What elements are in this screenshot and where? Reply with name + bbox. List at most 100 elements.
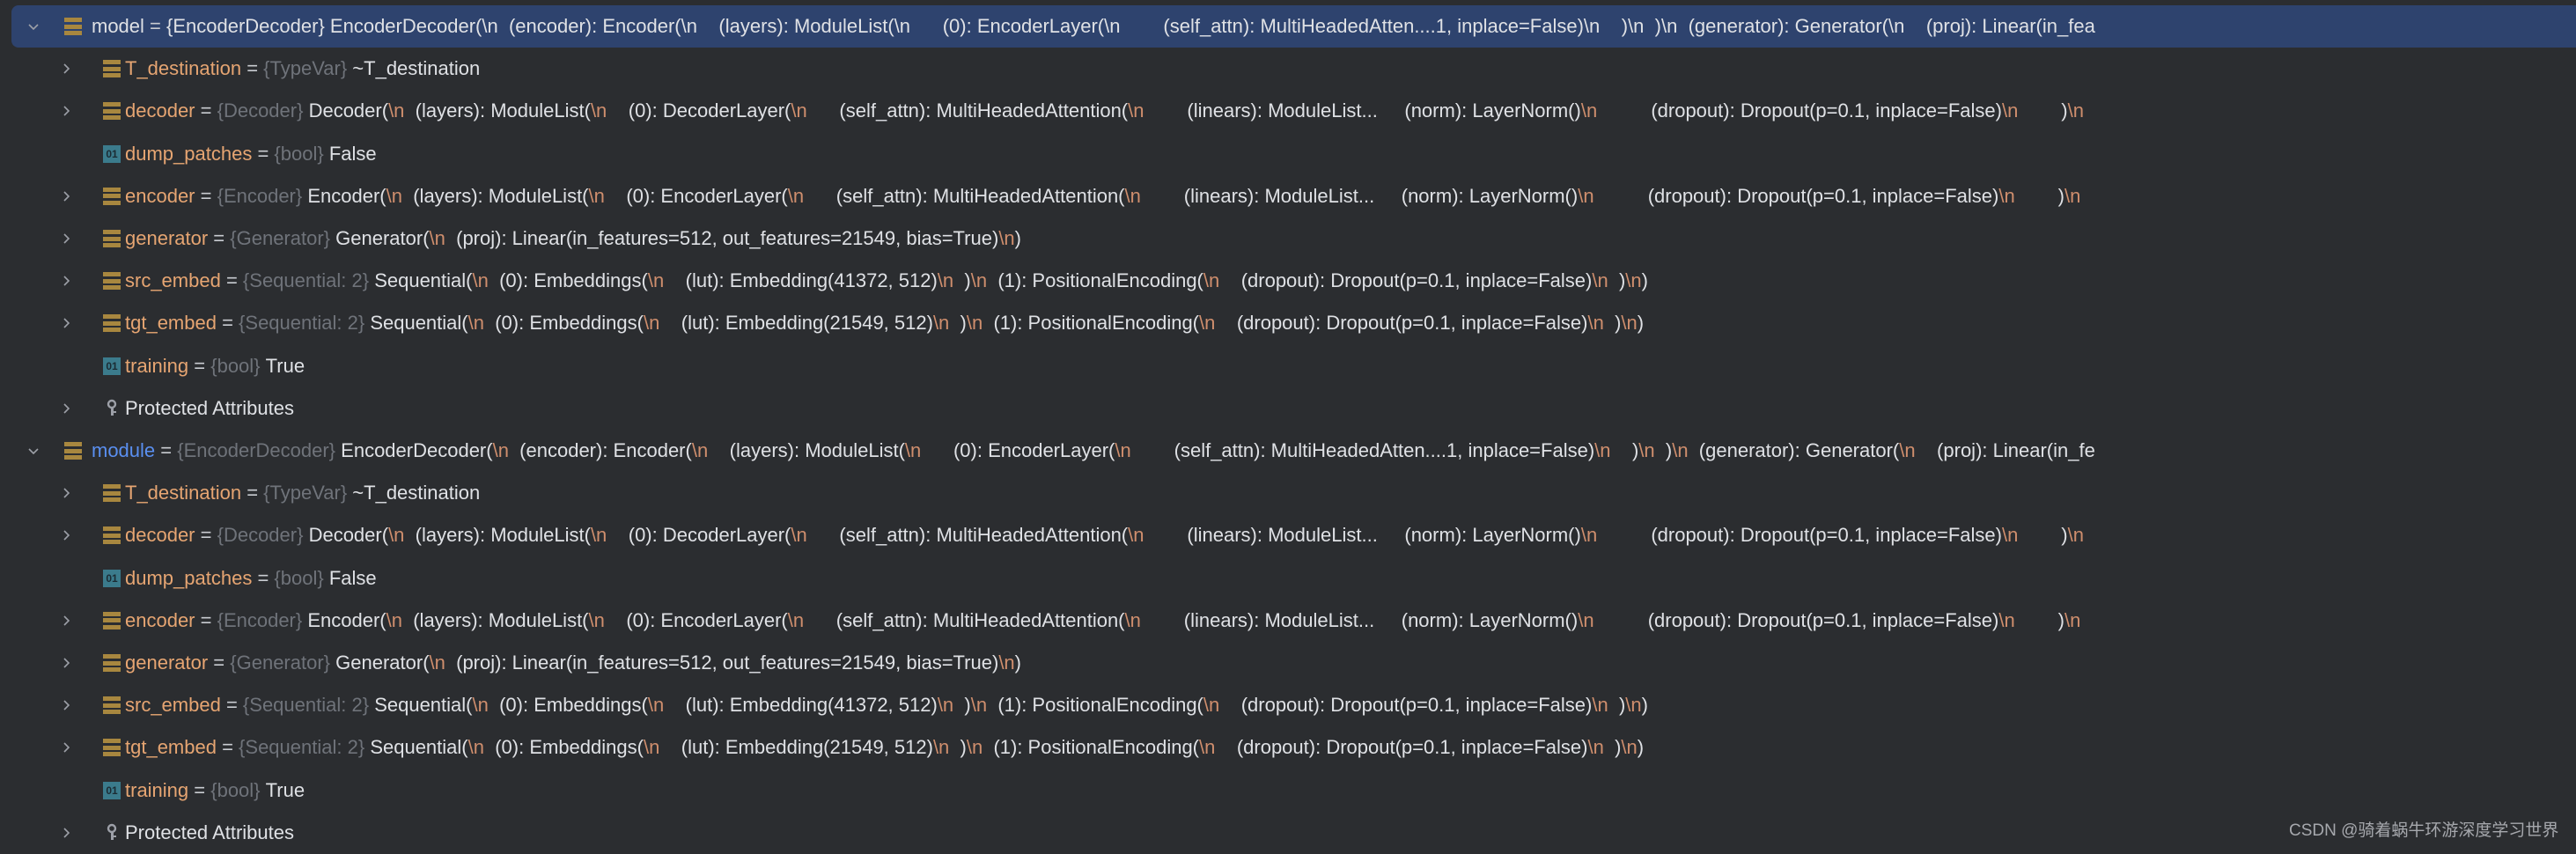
variable-row[interactable]: Protected Attributes <box>0 387 2576 430</box>
equals-sign: = <box>216 312 239 335</box>
chevron-right-icon[interactable] <box>60 190 72 202</box>
chevron-right-icon[interactable] <box>60 615 72 627</box>
variable-type: {bool} <box>274 142 324 165</box>
variable-name: generator <box>125 227 209 249</box>
variable-name: generator <box>125 652 209 674</box>
equals-sign: = <box>220 269 243 292</box>
variable-type: {Encoder} <box>217 184 303 207</box>
field-icon <box>103 187 121 205</box>
variable-value: False <box>328 142 377 165</box>
variable-row[interactable]: tgt_embed = {Sequential: 2} Sequential(\… <box>0 302 2576 344</box>
field-icon <box>103 696 121 715</box>
variable-value: ~T_destination <box>352 57 481 80</box>
bool-icon: 01 <box>103 144 121 163</box>
variable-type: {bool} <box>210 778 261 801</box>
chevron-down-icon[interactable] <box>27 445 40 457</box>
variable-value: False <box>328 566 377 589</box>
variable-row[interactable]: model = {EncoderDecoder} EncoderDecoder(… <box>11 5 2576 48</box>
variable-type: {Sequential: 2} <box>242 269 370 292</box>
variable-value: Sequential(\n (0): Embeddings(\n (lut): … <box>374 694 1648 717</box>
variable-row[interactable]: tgt_embed = {Sequential: 2} Sequential(\… <box>0 726 2576 769</box>
variable-type: {EncoderDecoder} <box>177 439 336 461</box>
variable-row[interactable]: 01 dump_patches = {bool} False <box>0 133 2576 175</box>
chevron-right-icon[interactable] <box>60 105 72 117</box>
chevron-right-icon[interactable] <box>60 529 72 541</box>
variable-row[interactable]: encoder = {Encoder} Encoder(\n (layers):… <box>0 175 2576 217</box>
chevron-right-icon[interactable] <box>60 63 72 75</box>
equals-sign: = <box>252 566 275 589</box>
variable-value: Generator(\n (proj): Linear(in_features=… <box>335 227 1021 249</box>
field-icon <box>64 442 82 460</box>
variable-name: Protected Attributes <box>125 396 294 419</box>
field-icon <box>103 60 121 78</box>
equals-sign: = <box>208 227 231 249</box>
chevron-right-icon[interactable] <box>60 232 72 245</box>
variable-name: dump_patches <box>125 566 253 589</box>
field-icon <box>103 611 121 629</box>
chevron-right-icon[interactable] <box>60 317 72 329</box>
variable-value: EncoderDecoder(\n (encoder): Encoder(\n … <box>341 439 2095 461</box>
variable-type: {Sequential: 2} <box>239 736 365 759</box>
variable-row[interactable]: src_embed = {Sequential: 2} Sequential(\… <box>0 260 2576 302</box>
variable-row[interactable]: 01 dump_patches = {bool} False <box>0 557 2576 600</box>
variable-row[interactable]: encoder = {Encoder} Encoder(\n (layers):… <box>0 600 2576 642</box>
variable-type: {Decoder} <box>217 524 304 547</box>
variable-value: ~T_destination <box>352 482 481 504</box>
variable-type: {Sequential: 2} <box>239 312 365 335</box>
watermark: CSDN @骑着蜗牛环游深度学习世界 <box>2289 821 2559 840</box>
equals-sign: = <box>188 778 211 801</box>
variable-name: dump_patches <box>125 142 253 165</box>
variable-row[interactable]: src_embed = {Sequential: 2} Sequential(\… <box>0 684 2576 726</box>
variable-value: Sequential(\n (0): Embeddings(\n (lut): … <box>370 312 1645 335</box>
key-icon <box>103 399 121 418</box>
variable-row[interactable]: Protected Attributes <box>0 812 2576 854</box>
variable-type: {TypeVar} <box>263 57 348 80</box>
equals-sign: = <box>195 99 217 122</box>
variable-value: Encoder(\n (layers): ModuleList(\n (0): … <box>307 184 2081 207</box>
chevron-right-icon[interactable] <box>60 487 72 499</box>
variable-type: {bool} <box>274 566 324 589</box>
chevron-right-icon[interactable] <box>60 275 72 287</box>
variable-row[interactable]: 01 training = {bool} True <box>0 345 2576 387</box>
variable-name: T_destination <box>125 482 242 504</box>
variable-name: decoder <box>125 524 195 547</box>
field-icon <box>103 739 121 757</box>
variable-value: Decoder(\n (layers): ModuleList(\n (0): … <box>308 99 2084 122</box>
variable-row[interactable]: decoder = {Decoder} Decoder(\n (layers):… <box>0 90 2576 132</box>
chevron-right-icon[interactable] <box>60 402 72 415</box>
bool-icon: 01 <box>103 569 121 587</box>
field-icon <box>103 654 121 672</box>
variable-row[interactable]: T_destination = {TypeVar} ~T_destination <box>0 48 2576 90</box>
variable-name: src_embed <box>125 269 221 292</box>
chevron-right-icon[interactable] <box>60 827 72 839</box>
field-icon <box>103 102 121 121</box>
variable-name: encoder <box>125 184 195 207</box>
variable-value: EncoderDecoder(\n (encoder): Encoder(\n … <box>329 15 2095 37</box>
field-icon <box>103 484 121 503</box>
field-icon <box>64 18 82 35</box>
chevron-down-icon[interactable] <box>27 20 40 33</box>
equals-sign: = <box>195 608 217 631</box>
variable-row[interactable]: T_destination = {TypeVar} ~T_destination <box>0 472 2576 514</box>
variable-value: True <box>265 354 305 377</box>
chevron-right-icon[interactable] <box>60 741 72 754</box>
variable-row[interactable]: decoder = {Decoder} Decoder(\n (layers):… <box>0 514 2576 556</box>
field-icon <box>103 526 121 545</box>
variable-name: model <box>92 15 144 37</box>
field-icon <box>103 230 121 247</box>
variable-type: {Sequential: 2} <box>242 694 370 717</box>
equals-sign: = <box>241 482 264 504</box>
variable-row[interactable]: generator = {Generator} Generator(\n (pr… <box>0 217 2576 260</box>
variable-row[interactable]: module = {EncoderDecoder} EncoderDecoder… <box>0 430 2576 472</box>
variable-name: tgt_embed <box>125 736 217 759</box>
variable-type: {Decoder} <box>217 99 304 122</box>
variable-name: encoder <box>125 608 195 631</box>
chevron-right-icon[interactable] <box>60 657 72 669</box>
variable-row[interactable]: generator = {Generator} Generator(\n (pr… <box>0 642 2576 684</box>
field-icon <box>103 272 121 291</box>
equals-sign: = <box>195 524 217 547</box>
variable-type: {Encoder} <box>217 608 303 631</box>
equals-sign: = <box>252 142 275 165</box>
variable-row[interactable]: 01 training = {bool} True <box>0 769 2576 812</box>
chevron-right-icon[interactable] <box>60 699 72 711</box>
